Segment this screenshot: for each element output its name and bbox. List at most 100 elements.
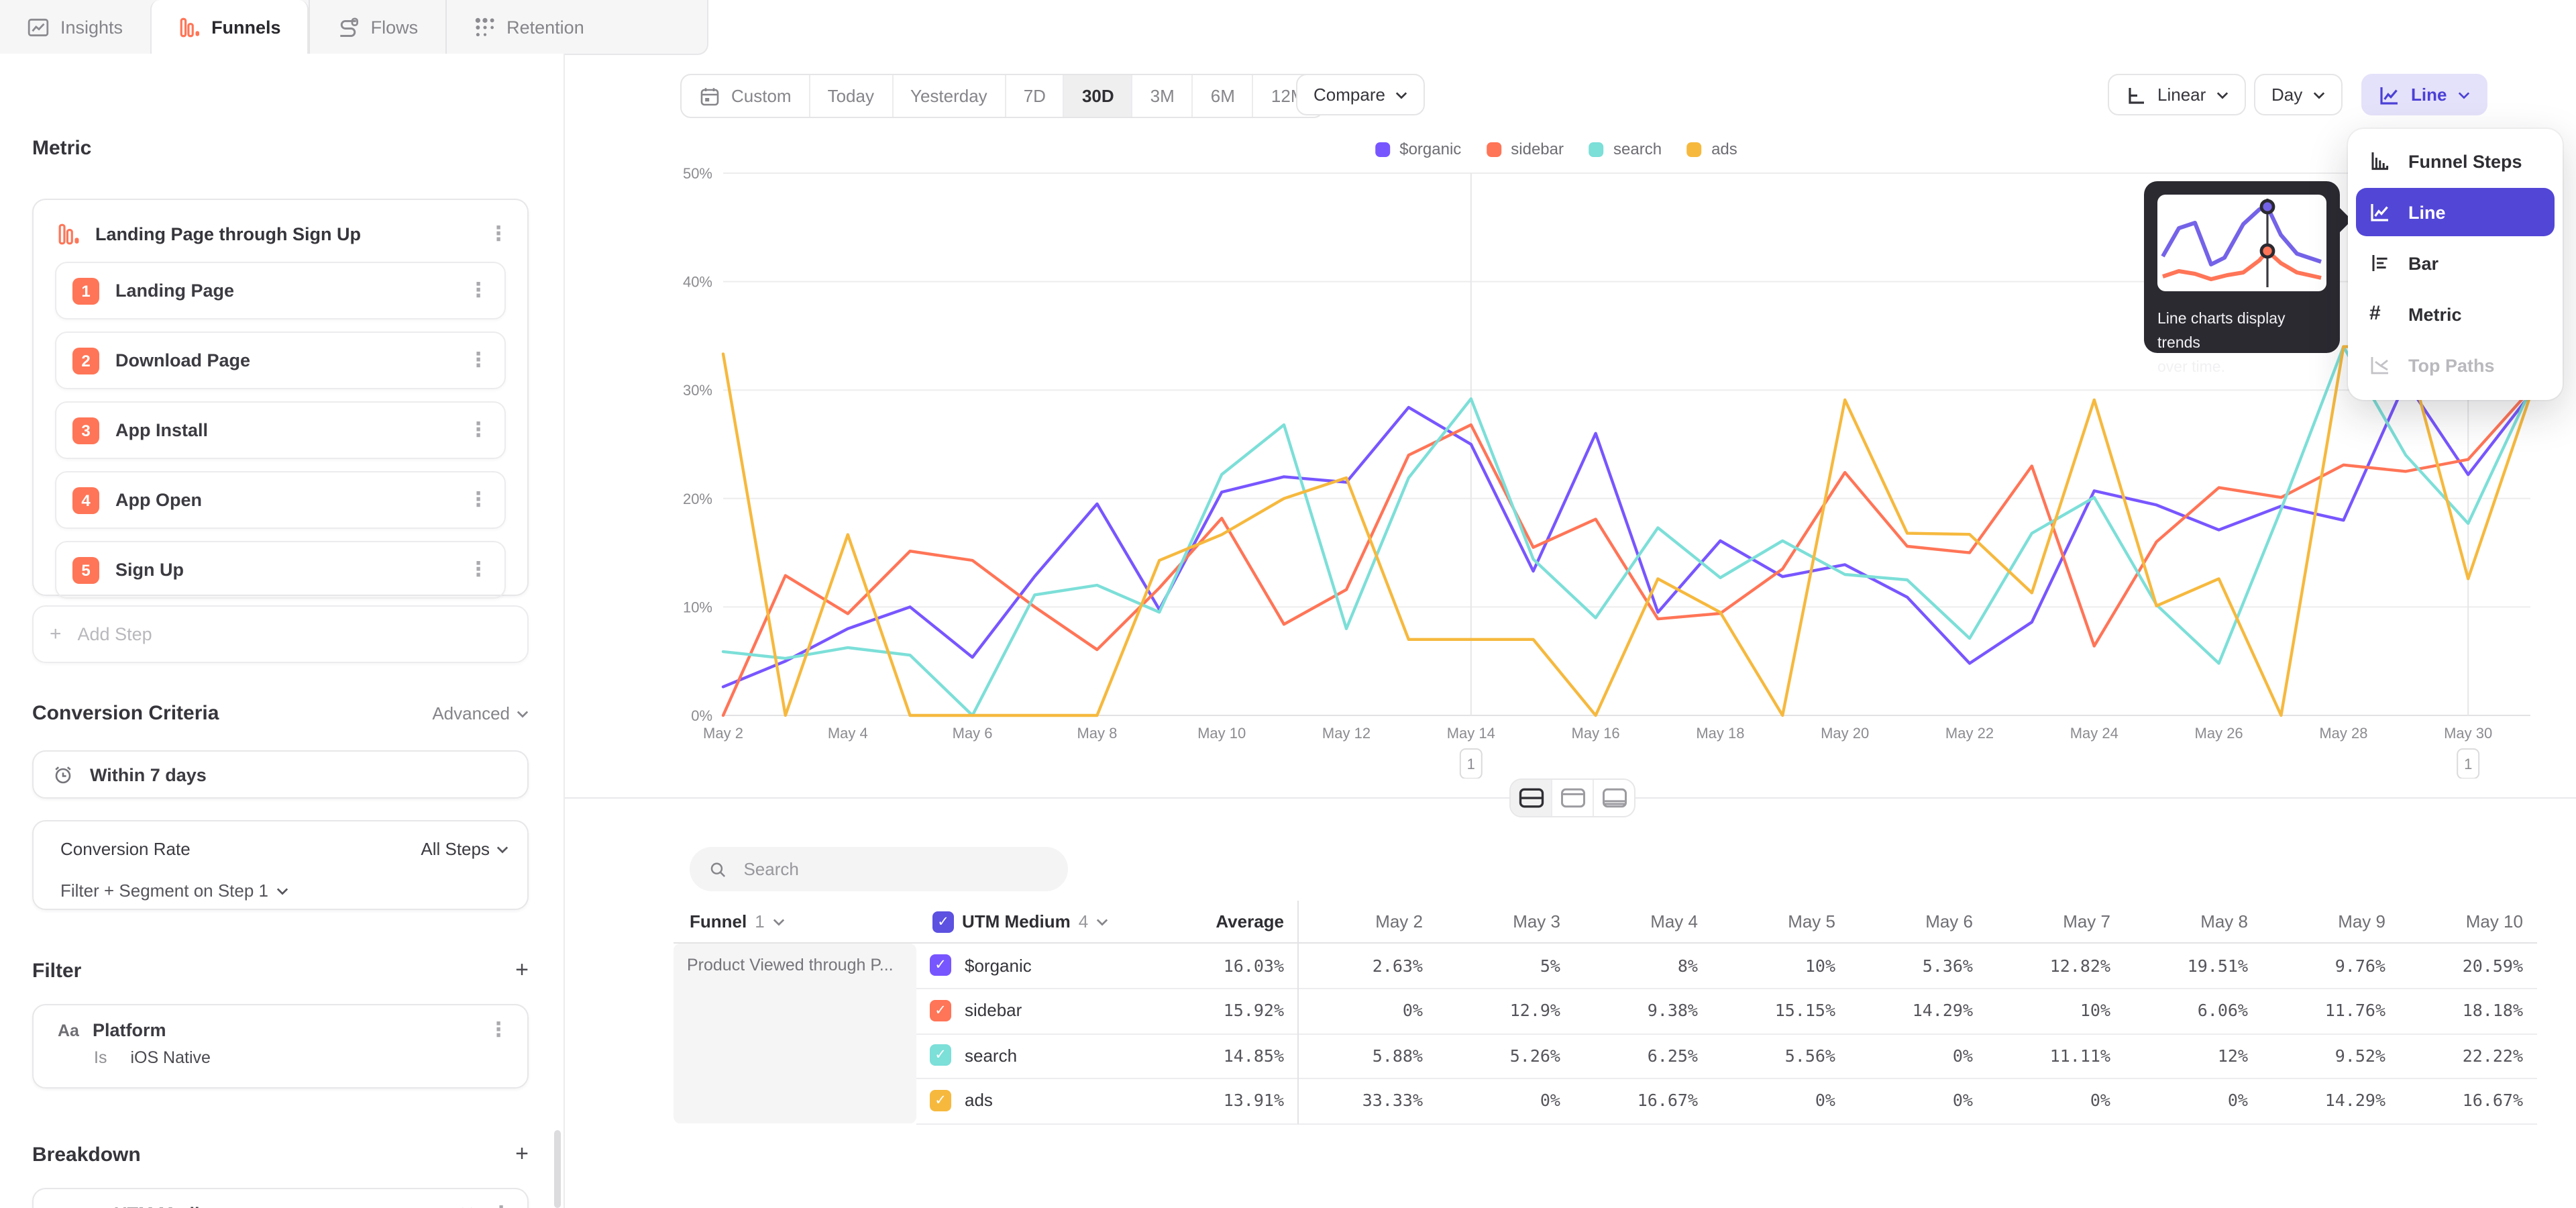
- kebab-icon[interactable]: ⋮: [468, 281, 488, 301]
- series-checkbox[interactable]: ✓: [930, 1045, 951, 1066]
- kebab-icon[interactable]: ⋮: [468, 420, 488, 440]
- range-button-yesterday[interactable]: Yesterday: [892, 75, 1005, 117]
- plus-icon: +: [50, 623, 62, 646]
- range-button-3m[interactable]: 3M: [1132, 75, 1192, 117]
- tab-flows[interactable]: Flows: [309, 0, 445, 54]
- metric-card-header[interactable]: Landing Page through Sign Up ⋮: [34, 200, 527, 262]
- funnel-step[interactable]: 5 Sign Up ⋮: [55, 541, 506, 599]
- granularity-button[interactable]: Day: [2254, 74, 2343, 115]
- tab-label: Retention: [506, 17, 584, 37]
- range-button-7d[interactable]: 7D: [1005, 75, 1063, 117]
- conversion-window-card[interactable]: Within 7 days: [32, 750, 529, 799]
- average-value: 15.92%: [1158, 988, 1299, 1034]
- kebab-icon[interactable]: ⋮: [468, 560, 488, 580]
- range-button-6m[interactable]: 6M: [1192, 75, 1252, 117]
- chevron-down-icon: [2457, 89, 2469, 100]
- search-icon: [708, 858, 727, 880]
- cell-value: 10%: [1711, 943, 1849, 989]
- layout-toggle-group: [1509, 778, 1635, 817]
- flows-icon: [337, 15, 360, 38]
- kebab-icon[interactable]: ⋮: [491, 1204, 511, 1208]
- kebab-icon[interactable]: ⋮: [468, 490, 488, 510]
- add-breakdown-button[interactable]: +: [515, 1141, 529, 1168]
- date-column-header: May 9: [2261, 911, 2399, 932]
- cell-value: 0%: [1711, 1078, 1849, 1124]
- chart-only-toggle[interactable]: [1551, 780, 1593, 816]
- table-search[interactable]: [690, 847, 1068, 891]
- tooltip-text: Line charts display trends: [2157, 311, 2286, 352]
- all-steps-dropdown[interactable]: All Steps: [421, 839, 508, 859]
- cell-value: 20.59%: [2399, 943, 2536, 989]
- menu-item-bar[interactable]: Bar: [2356, 239, 2555, 287]
- breakdown-table: Funnel 1 ✓ UTM Medium 4 Average May 2May…: [674, 901, 2536, 1123]
- menu-item-label: Line: [2408, 202, 2446, 222]
- tab-insights[interactable]: Insights: [0, 0, 150, 54]
- funnel-step[interactable]: 1 Landing Page ⋮: [55, 262, 506, 319]
- add-step-button[interactable]: + Add Step: [32, 605, 529, 663]
- chart-type-button[interactable]: Line: [2361, 74, 2487, 115]
- svg-text:May 8: May 8: [1077, 725, 1117, 742]
- svg-text:50%: 50%: [683, 165, 712, 182]
- table-body: Product Viewed through P... ✓ $organic 1…: [674, 944, 2536, 1123]
- cell-value: 5%: [1436, 943, 1574, 989]
- chart-type-label: Line: [2411, 85, 2447, 105]
- search-input[interactable]: [741, 858, 1049, 880]
- kebab-icon[interactable]: ⋮: [468, 350, 488, 370]
- metric-heading: Metric: [32, 137, 91, 160]
- date-column-header: May 5: [1711, 911, 1849, 932]
- filter-property-name: Platform: [93, 1020, 166, 1040]
- tab-retention[interactable]: Retention: [445, 0, 611, 54]
- advanced-dropdown[interactable]: Advanced: [432, 703, 529, 723]
- sidebar-scrollbar[interactable]: [554, 1130, 561, 1208]
- average-column-header[interactable]: Average: [1216, 901, 1299, 942]
- menu-item-funnel-steps[interactable]: Funnel Steps: [2356, 137, 2555, 185]
- range-button-30d[interactable]: 30D: [1063, 75, 1132, 117]
- table-row[interactable]: ✓ sidebar 15.92%0%12.9%9.38%15.15%14.29%…: [674, 989, 2536, 1034]
- table-row[interactable]: ✓ $organic 16.03%2.63%5%8%10%5.36%12.82%…: [674, 944, 2536, 989]
- chevron-down-icon: [1096, 916, 1108, 927]
- series-checkbox[interactable]: ✓: [930, 955, 951, 976]
- metric-card: Landing Page through Sign Up ⋮ 1 Landing…: [32, 199, 529, 596]
- kebab-icon[interactable]: ⋮: [488, 224, 508, 244]
- metric-icon: #: [2369, 303, 2391, 325]
- filter-segment-dropdown[interactable]: Filter + Segment on Step 1: [60, 880, 268, 901]
- app-window: Insights Funnels Flows Retention Metric: [0, 0, 2576, 1208]
- split-view-toggle[interactable]: [1511, 780, 1551, 816]
- funnel-step[interactable]: 3 App Install ⋮: [55, 401, 506, 459]
- tab-label: Funnels: [211, 17, 281, 38]
- funnel-step[interactable]: 4 App Open ⋮: [55, 471, 506, 529]
- table-only-toggle[interactable]: [1593, 780, 1634, 816]
- scale-button[interactable]: Linear: [2108, 74, 2246, 115]
- tab-funnels[interactable]: Funnels: [150, 0, 309, 55]
- menu-item-line[interactable]: Line: [2356, 188, 2555, 236]
- series-checkbox[interactable]: ✓: [930, 1090, 951, 1111]
- range-button-today[interactable]: Today: [809, 75, 892, 117]
- svg-text:40%: 40%: [683, 274, 712, 291]
- svg-text:May 28: May 28: [2319, 725, 2367, 742]
- table-row[interactable]: ✓ search 14.85%5.88%5.26%6.25%5.56%0%11.…: [674, 1034, 2536, 1078]
- funnel-step[interactable]: 2 Download Page ⋮: [55, 332, 506, 389]
- date-column-header: May 6: [1849, 911, 1986, 932]
- menu-item-metric[interactable]: # Metric: [2356, 290, 2555, 338]
- tab-label: Flows: [371, 17, 419, 37]
- close-icon[interactable]: ✕: [460, 1203, 475, 1208]
- funnel-column-header[interactable]: Funnel 1: [674, 911, 916, 932]
- step-number-badge: 1: [72, 277, 99, 304]
- funnel-name-cell[interactable]: Product Viewed through P...: [674, 944, 916, 1123]
- series-name: $organic: [965, 956, 1032, 976]
- breakdown-card[interactable]: Aa UTM Medium ✕ ⋮: [32, 1188, 529, 1208]
- step-label: Landing Page: [115, 281, 234, 301]
- breakdown-column-header[interactable]: ✓ UTM Medium 4: [916, 911, 1158, 932]
- compare-button[interactable]: Compare: [1296, 74, 1426, 115]
- kebab-icon[interactable]: ⋮: [488, 1020, 508, 1040]
- add-filter-button[interactable]: +: [515, 957, 529, 984]
- custom-range-button[interactable]: Custom: [682, 75, 809, 117]
- series-checkbox[interactable]: ✓: [930, 1000, 951, 1021]
- table-row[interactable]: ✓ ads 13.91%33.33%0%16.67%0%0%0%0%14.29%…: [674, 1078, 2536, 1123]
- filter-card[interactable]: Aa Platform ⋮ Is iOS Native: [32, 1004, 529, 1089]
- checkbox-checked[interactable]: ✓: [932, 911, 954, 932]
- cell-value: 18.18%: [2399, 988, 2536, 1034]
- step-label: App Install: [115, 420, 208, 440]
- date-column-header: May 8: [2124, 911, 2261, 932]
- cell-value: 0%: [2124, 1078, 2261, 1124]
